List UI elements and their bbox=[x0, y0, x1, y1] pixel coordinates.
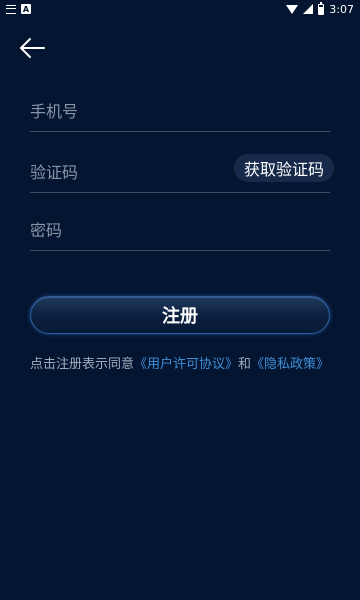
password-field bbox=[30, 210, 330, 251]
notification-icon bbox=[6, 4, 16, 14]
status-right: 3:07 bbox=[286, 1, 354, 16]
register-button[interactable]: 注册 bbox=[30, 296, 330, 334]
privacy-policy-link[interactable]: 《隐私政策》 bbox=[251, 357, 329, 372]
phone-field bbox=[30, 91, 330, 132]
user-agreement-link[interactable]: 《用户许可协议》 bbox=[134, 357, 238, 372]
back-arrow-icon bbox=[20, 38, 45, 58]
phone-input[interactable] bbox=[30, 91, 220, 131]
status-bar: A 3:07 bbox=[0, 0, 360, 18]
agreement-and: 和 bbox=[238, 357, 252, 372]
back-button[interactable] bbox=[14, 30, 50, 66]
verification-code-input[interactable] bbox=[30, 152, 220, 192]
agreement-prefix: 点击注册表示同意 bbox=[30, 357, 135, 372]
agreement-text: 点击注册表示同意《用户许可协议》和《隐私政策》 bbox=[30, 357, 330, 373]
wifi-icon bbox=[286, 4, 299, 14]
status-time: 3:07 bbox=[329, 2, 354, 16]
cellular-signal-icon bbox=[303, 4, 314, 14]
battery-icon bbox=[318, 1, 325, 15]
code-field: 获取验证码 bbox=[30, 152, 334, 193]
a-icon: A bbox=[21, 4, 31, 14]
status-left: A bbox=[6, 4, 31, 14]
get-code-button[interactable]: 获取验证码 bbox=[233, 154, 334, 182]
password-input[interactable] bbox=[30, 210, 220, 250]
